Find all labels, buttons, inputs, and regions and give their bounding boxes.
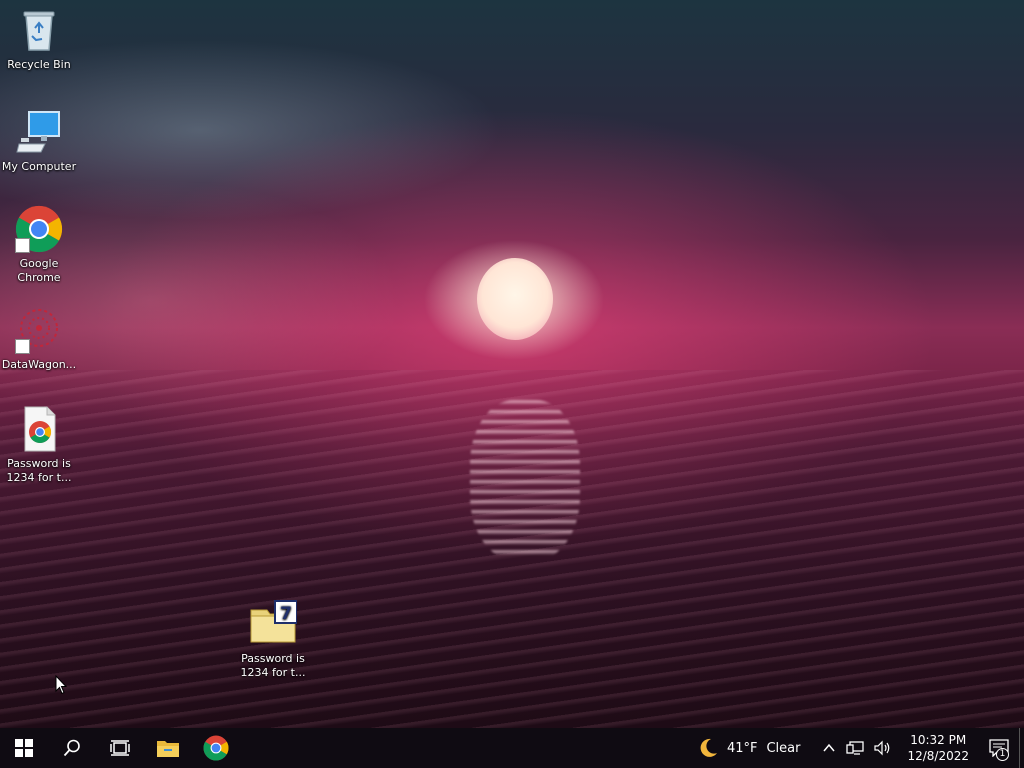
clock-time: 10:32 PM bbox=[910, 733, 967, 747]
start-icon bbox=[15, 739, 33, 757]
recycle-bin-icon bbox=[15, 6, 63, 54]
search-icon bbox=[63, 739, 80, 757]
task-view-button[interactable] bbox=[96, 728, 144, 768]
notification-count-badge: 1 bbox=[996, 748, 1009, 761]
moon-icon bbox=[700, 738, 717, 757]
system-tray: 41°F Clear 10:32 PM 12/8/2022 1 bbox=[697, 728, 1024, 768]
weather-temperature: 41°F bbox=[726, 740, 758, 756]
taskbar: 41°F Clear 10:32 PM 12/8/2022 1 bbox=[0, 728, 1024, 768]
desktop-icon-my-computer[interactable]: My Computer bbox=[0, 108, 78, 174]
desktop-wallpaper[interactable]: Recycle Bin My Computer Google Chrome Da… bbox=[0, 0, 1024, 728]
weather-condition: Clear bbox=[766, 740, 801, 756]
shortcut-arrow-icon bbox=[15, 238, 30, 253]
svg-text:7: 7 bbox=[280, 604, 292, 624]
shortcut-arrow-icon bbox=[15, 339, 30, 354]
clock-date: 12/8/2022 bbox=[907, 749, 969, 763]
desktop-icon-password-document[interactable]: Password is 1234 for t... bbox=[0, 405, 78, 485]
file-explorer-button[interactable] bbox=[144, 728, 192, 768]
file-explorer-icon bbox=[157, 741, 179, 757]
datawagon-icon bbox=[15, 306, 63, 354]
wallpaper-sun bbox=[477, 258, 553, 340]
desktop-icon-google-chrome[interactable]: Google Chrome bbox=[0, 205, 78, 285]
desktop-icon-label: Google Chrome bbox=[17, 257, 61, 284]
action-center-button[interactable]: 1 bbox=[979, 728, 1019, 768]
chrome-icon bbox=[203, 735, 229, 761]
show-desktop-button[interactable] bbox=[1019, 728, 1024, 768]
desktop-icon-recycle-bin[interactable]: Recycle Bin bbox=[0, 6, 78, 72]
desktop-icon-label: DataWagon... bbox=[1, 358, 77, 371]
mouse-cursor-icon bbox=[55, 675, 67, 695]
network-icon[interactable] bbox=[846, 740, 865, 756]
desktop-icon-label: Password is 1234 for t... bbox=[6, 457, 72, 484]
7zip-archive-icon: 7 bbox=[249, 600, 298, 648]
chrome-document-icon bbox=[15, 405, 63, 453]
desktop-icon-password-archive[interactable]: 7 Password is 1234 for t... bbox=[234, 600, 312, 680]
clock[interactable]: 10:32 PM 12/8/2022 bbox=[907, 732, 969, 764]
desktop-icon-label: Password is 1234 for t... bbox=[240, 652, 306, 679]
desktop-icon-label: Recycle Bin bbox=[7, 58, 71, 71]
task-view-icon bbox=[110, 740, 130, 756]
volume-icon[interactable] bbox=[874, 740, 892, 756]
chrome-icon bbox=[15, 205, 63, 253]
desktop-icon-datawagon[interactable]: DataWagon... bbox=[0, 306, 78, 372]
search-button[interactable] bbox=[48, 728, 96, 768]
computer-icon bbox=[15, 108, 63, 156]
weather-widget[interactable]: 41°F Clear bbox=[697, 737, 801, 759]
start-button[interactable] bbox=[0, 728, 48, 768]
desktop-icon-label: My Computer bbox=[1, 160, 77, 173]
wallpaper-glint bbox=[470, 400, 580, 560]
show-hidden-icons-icon[interactable] bbox=[822, 741, 836, 755]
chrome-taskbar-button[interactable] bbox=[192, 728, 240, 768]
